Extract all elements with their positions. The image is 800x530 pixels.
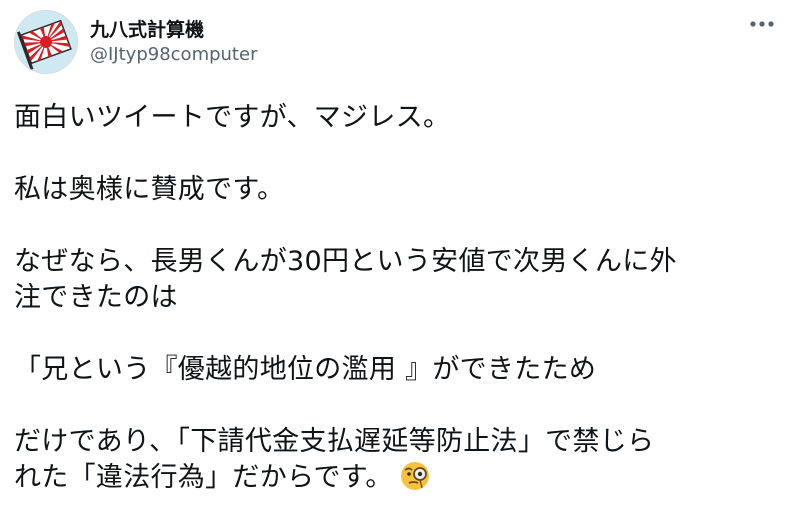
face-with-monocle-emoji (399, 460, 431, 502)
tweet-text: 面白いツイートですが、マジレス。 私は奥様に賛成です。 なぜなら、長男くんが30… (14, 100, 782, 502)
user-handle[interactable]: @IJtyp98computer (90, 43, 257, 67)
tweet-line: 「兄という『優越的地位の濫用 』ができたため (14, 354, 597, 385)
tweet-line: なぜなら、長男くんが30円という安値で次男くんに外 (14, 246, 677, 277)
author-names: 九八式計算機 @IJtyp98computer (90, 17, 257, 67)
tweet-line: 私は奥様に賛成です。 (14, 174, 285, 205)
tweet-line-last: れた「違法行為」だからです。 (14, 460, 782, 502)
tweet-line: だけであり、「下請代金支払遅延等防止法」で禁じら (14, 426, 655, 457)
tweet-header: 九八式計算機 @IJtyp98computer (14, 8, 782, 76)
tweet-line-text: れた「違法行為」だからです。 (14, 462, 393, 493)
rising-sun-flag-avatar-icon (15, 11, 77, 73)
tweet-card: 九八式計算機 @IJtyp98computer 面白いツイートですが、マジレス。… (0, 0, 800, 530)
more-options-icon (750, 21, 774, 27)
avatar[interactable] (14, 10, 78, 74)
tweet-line: 注できたのは (14, 282, 178, 313)
display-name[interactable]: 九八式計算機 (90, 17, 257, 43)
tweet-line: 面白いツイートですが、マジレス。 (14, 102, 451, 133)
more-options-button[interactable] (742, 8, 782, 40)
